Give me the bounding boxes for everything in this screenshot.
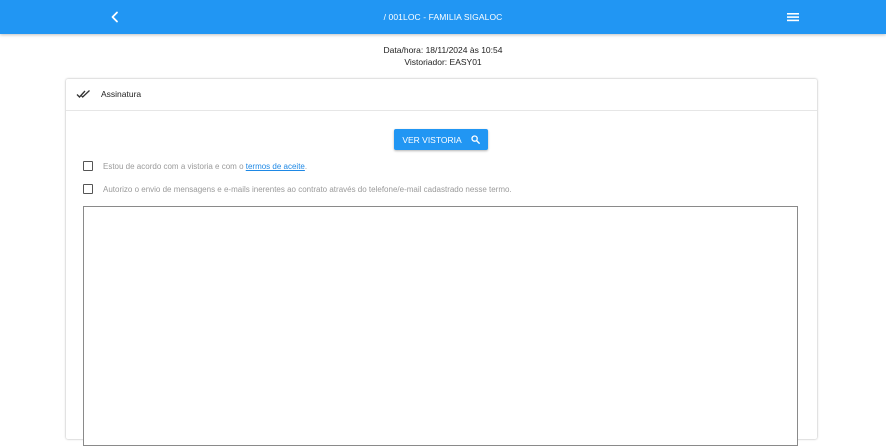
authorize-checkbox[interactable] bbox=[83, 184, 93, 194]
top-app-bar: / 001LOC - FAMILIA SIGALOC bbox=[0, 0, 886, 34]
agree-label: Estou de acordo com a vistoria e com o t… bbox=[103, 162, 307, 171]
agree-suffix: . bbox=[304, 161, 308, 171]
agree-checkbox[interactable] bbox=[83, 161, 93, 171]
search-icon bbox=[471, 135, 480, 144]
agree-text: Estou de acordo com a vistoria e com o bbox=[103, 161, 246, 171]
hamburger-menu-icon bbox=[787, 13, 799, 22]
signature-card: Assinatura VER VISTORIA Estou de acordo … bbox=[66, 79, 817, 446]
datetime-text: Data/hora: 18/11/2024 às 10:54 bbox=[383, 45, 503, 55]
card-title: Assinatura bbox=[101, 89, 142, 99]
terms-link[interactable]: termos de aceite bbox=[246, 162, 305, 171]
signature-pad[interactable] bbox=[83, 206, 798, 446]
inspection-info: Data/hora: 18/11/2024 às 10:54 Vistoriad… bbox=[0, 44, 886, 68]
authorize-label: Autorizo o envio de mensagens e e-mails … bbox=[103, 184, 512, 194]
card-header: Assinatura bbox=[66, 79, 817, 111]
menu-button[interactable] bbox=[784, 9, 802, 25]
double-check-icon bbox=[76, 90, 90, 98]
inspector-text: Vistoriador: EASY01 bbox=[404, 57, 482, 67]
view-inspection-button[interactable]: VER VISTORIA bbox=[394, 129, 488, 150]
page-title: / 001LOC - FAMILIA SIGALOC bbox=[383, 12, 503, 22]
agree-row: Estou de acordo com a vistoria e com o t… bbox=[83, 159, 307, 173]
view-inspection-label: VER VISTORIA bbox=[402, 134, 462, 145]
authorize-row: Autorizo o envio de mensagens e e-mails … bbox=[83, 182, 512, 196]
